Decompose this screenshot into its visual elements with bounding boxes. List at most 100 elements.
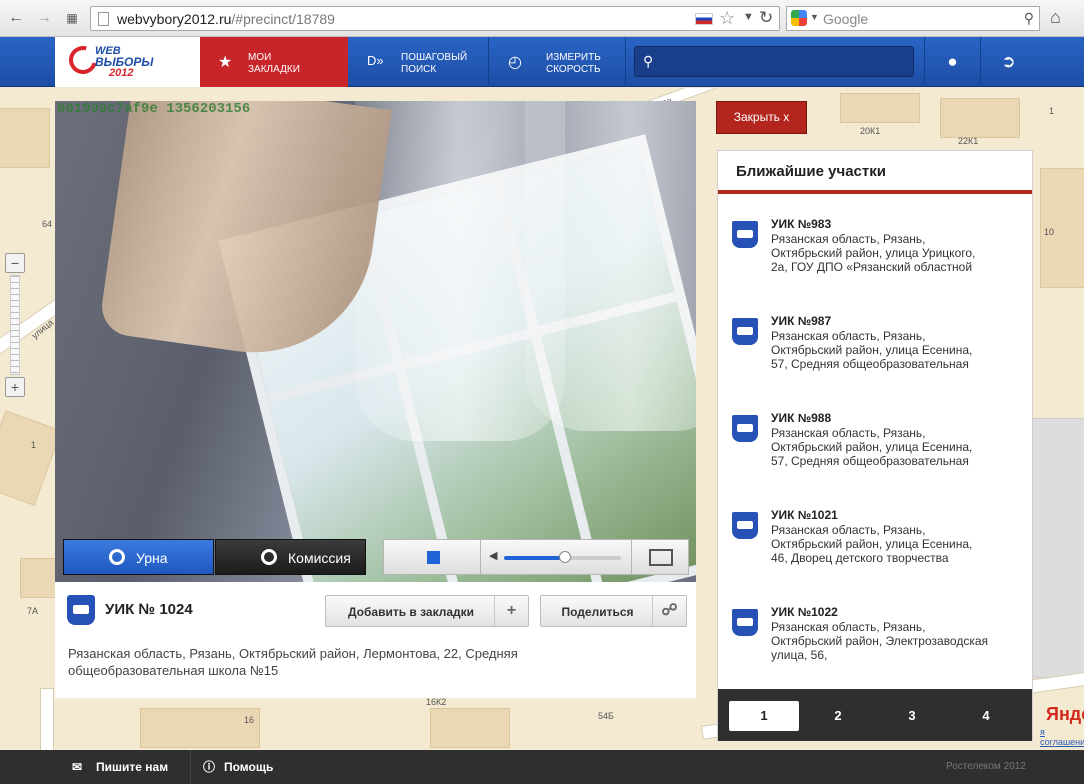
page-button-3[interactable]: 3 <box>877 701 947 731</box>
share-button[interactable]: Поделиться ☍ <box>540 595 687 627</box>
browser-toolbar: ← → ▦ webvybory2012.ru/#precinct/18789 ☆… <box>0 0 1084 37</box>
map-label: 16 <box>244 715 255 725</box>
zoom-out-button[interactable]: − <box>5 253 25 273</box>
video-controls: ◀ <box>383 539 689 575</box>
precinct-title: УИК № 1024 <box>105 601 193 618</box>
precinct-name[interactable]: УИК №988 <box>771 411 831 425</box>
back-icon[interactable]: ← <box>6 8 26 28</box>
page-button-4[interactable]: 4 <box>951 701 1021 731</box>
bookmark-star-icon[interactable]: ☆ <box>719 8 735 29</box>
browser-search-input[interactable]: ▼ Google ⚲ <box>786 6 1040 31</box>
camera-video[interactable]: 001999c7af9e 1356203156 Урна Комиссия ◀ <box>55 101 696 582</box>
nav-label: МОИ ЗАКЛАДКИ <box>248 52 300 75</box>
ballot-box-icon <box>732 318 758 345</box>
ballot-box-icon <box>732 512 758 539</box>
nearby-precincts-panel: Ближайшие участки УИК №983 Рязанская обл… <box>717 150 1033 741</box>
logout-icon[interactable]: ➲ <box>980 37 1036 87</box>
precinct-name[interactable]: УИК №983 <box>771 217 831 231</box>
chat-icon: ✉ <box>72 760 83 774</box>
list-item[interactable]: УИК №987 Рязанская область, Рязань, Октя… <box>718 314 1032 394</box>
volume-fill <box>504 556 565 560</box>
precinct-name[interactable]: УИК №1022 <box>771 605 838 619</box>
list-item[interactable]: УИК №1021 Рязанская область, Рязань, Окт… <box>718 508 1032 588</box>
step-search-icon: D» <box>367 53 384 68</box>
search-icon[interactable]: ⚲ <box>643 53 653 70</box>
precinct-address: Рязанская область, Рязань, Октябрьский р… <box>771 232 976 274</box>
home-icon[interactable]: ⌂ <box>1050 7 1061 28</box>
button-label: Поделиться <box>561 605 634 619</box>
write-us-link[interactable]: ✉ Пишите нам <box>72 750 190 784</box>
video-timestamp: 001999c7af9e 1356203156 <box>57 101 251 117</box>
precinct-address: Рязанская область, Рязань, Октябрьский р… <box>68 646 518 678</box>
yandex-logo[interactable]: Янде <box>1046 704 1084 725</box>
russian-flag-icon <box>695 13 713 25</box>
volume-icon[interactable]: ◀ <box>489 549 497 562</box>
help-icon: ⓘ <box>203 760 216 774</box>
tab-label: Урна <box>136 550 168 566</box>
map-label: 64 <box>42 219 53 229</box>
google-icon[interactable] <box>791 10 807 26</box>
map-block <box>20 558 60 598</box>
list-item[interactable]: УИК №983 Рязанская область, Рязань, Октя… <box>718 217 1032 297</box>
map-label: 20К1 <box>860 126 881 136</box>
reload-icon[interactable]: ↻ <box>759 8 773 28</box>
map-label: 7А <box>27 606 39 616</box>
yandex-terms-link[interactable]: я соглашени <box>1040 727 1084 747</box>
close-button[interactable]: Закрыть x <box>716 101 807 134</box>
site-header: WEB ВЫБОРЫ 2012 ★ МОИ ЗАКЛАДКИ D» ПОШАГО… <box>0 37 1084 87</box>
site-search-input[interactable]: ⚲ <box>634 46 914 77</box>
map-block <box>140 708 260 748</box>
chevron-down-icon[interactable]: ▼ <box>743 11 754 23</box>
ballot-box-icon <box>732 415 758 442</box>
precinct-info: УИК № 1024 Добавить в закладки + Поделит… <box>55 583 696 698</box>
site-logo[interactable]: WEB ВЫБОРЫ 2012 <box>55 37 200 87</box>
search-placeholder: Google <box>823 11 869 27</box>
tab-urn[interactable]: Урна <box>63 539 214 575</box>
stop-button[interactable] <box>384 540 481 574</box>
chevron-down-icon[interactable]: ▼ <box>810 12 819 22</box>
map-label: 1 <box>1049 106 1055 116</box>
nav-step-search[interactable]: D» ПОШАГОВЫЙ ПОИСК <box>349 37 489 87</box>
map-zoom-control[interactable]: − + <box>5 253 25 398</box>
forward-icon[interactable]: → <box>34 8 54 28</box>
list-item[interactable]: УИК №988 Рязанская область, Рязань, Октя… <box>718 411 1032 491</box>
volume-slider[interactable] <box>504 551 621 563</box>
help-link[interactable]: ⓘ Помощь <box>190 750 290 784</box>
nav-my-bookmarks[interactable]: ★ МОИ ЗАКЛАДКИ <box>200 37 348 87</box>
nav-label: ПОШАГОВЫЙ ПОИСК <box>401 52 468 75</box>
user-icon[interactable]: ● <box>924 37 980 87</box>
ballot-box-icon <box>732 609 758 636</box>
url-text: webvybory2012.ru/#precinct/18789 <box>117 11 335 27</box>
share-icon: ☍ <box>652 596 686 626</box>
apps-icon[interactable]: ▦ <box>62 8 82 28</box>
fullscreen-button[interactable] <box>631 540 688 574</box>
divider <box>718 190 1032 194</box>
map-road <box>40 688 54 750</box>
map-label: 10 <box>1044 227 1055 237</box>
page-button-1[interactable]: 1 <box>729 701 799 731</box>
map-label: 1 <box>31 440 37 450</box>
precinct-name[interactable]: УИК №987 <box>771 314 831 328</box>
ballot-box-icon <box>732 221 758 248</box>
volume-knob[interactable] <box>558 551 571 563</box>
zoom-slider[interactable] <box>10 275 20 375</box>
precinct-address: Рязанская область, Рязань, Октябрьский р… <box>771 329 973 371</box>
video-curtain <box>525 101 696 431</box>
add-bookmark-button[interactable]: Добавить в закладки + <box>325 595 529 627</box>
map-label: 22К1 <box>958 136 979 146</box>
address-bar[interactable]: webvybory2012.ru/#precinct/18789 ☆ ▼ ↻ <box>90 6 780 31</box>
button-label: Добавить в закладки <box>347 605 475 619</box>
precinct-address: Рязанская область, Рязань, Октябрьский р… <box>771 620 989 662</box>
map-block <box>0 108 50 168</box>
list-item[interactable]: УИК №1022 Рязанская область, Рязань, Окт… <box>718 605 1032 685</box>
stop-icon <box>427 551 440 564</box>
precinct-name[interactable]: УИК №1021 <box>771 508 838 522</box>
search-icon[interactable]: ⚲ <box>1024 10 1034 27</box>
nav-speed-test[interactable]: ◴ ИЗМЕРИТЬ СКОРОСТЬ <box>490 37 626 87</box>
tab-commission[interactable]: Комиссия <box>215 539 366 575</box>
page-button-2[interactable]: 2 <box>803 701 873 731</box>
copyright: Ростелеком 2012 <box>946 761 1026 772</box>
zoom-in-button[interactable]: + <box>5 377 25 397</box>
pagination: 1 2 3 4 <box>718 689 1032 741</box>
ballot-box-icon <box>67 595 95 625</box>
